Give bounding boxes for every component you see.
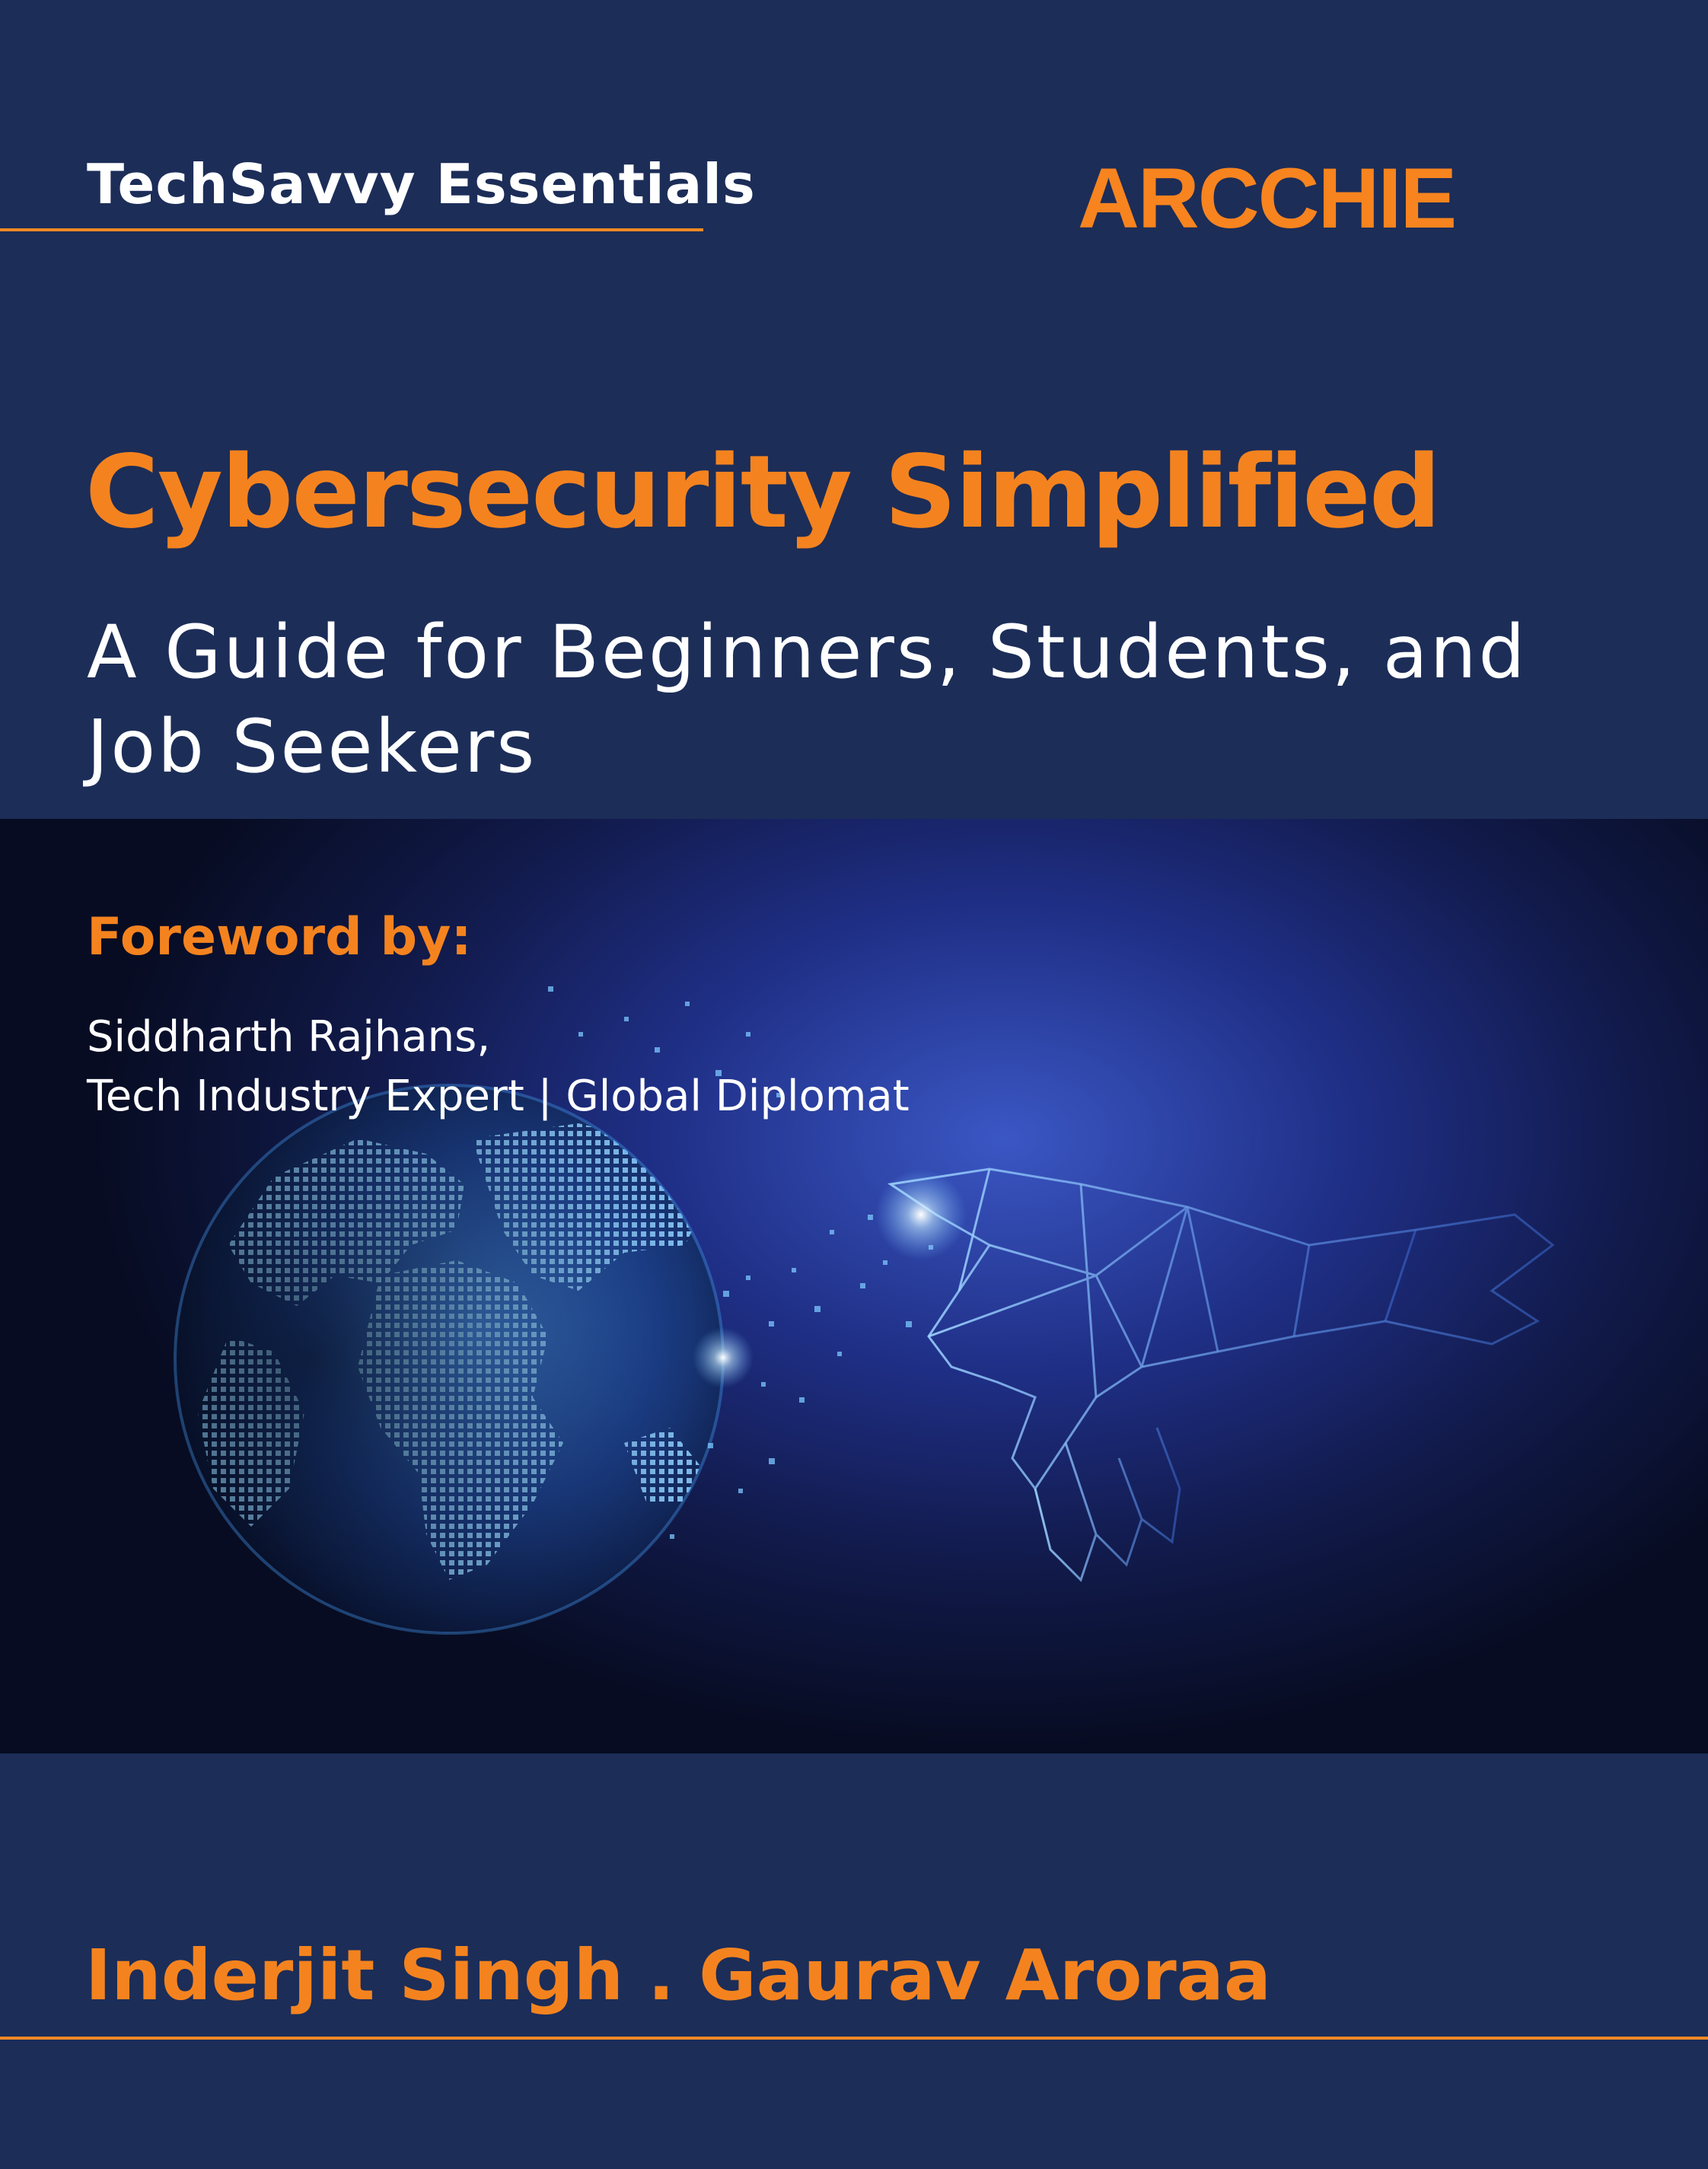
authors-underline — [0, 2037, 1708, 2040]
series-underline — [0, 228, 703, 231]
series-title: TechSavvy Essentials — [87, 152, 756, 216]
foreword-heading: Foreword by: — [87, 907, 472, 967]
foreword-role: Tech Industry Expert | Global Diplomat — [87, 1072, 910, 1121]
foreword-name: Siddharth Rajhans, — [87, 1012, 491, 1062]
globe-edge-glow — [693, 1327, 754, 1388]
book-cover: TechSavvy Essentials ARCCHIE Cybersecuri… — [0, 0, 1708, 2169]
book-title: Cybersecurity Simplified — [85, 434, 1441, 551]
authors: Inderjit Singh . Gaurav Aroraa — [85, 1935, 1271, 2016]
book-subtitle: A Guide for Beginners, Students, and Job… — [87, 605, 1533, 794]
fingertip-glow — [875, 1169, 967, 1260]
globe-icon — [174, 1084, 725, 1635]
subtitle-line-1: A Guide for Beginners, Students, and — [87, 610, 1528, 695]
hand-icon — [887, 1167, 1555, 1582]
publisher-logo: ARCCHIE — [1078, 151, 1457, 246]
subtitle-line-2: Job Seekers — [87, 704, 537, 789]
